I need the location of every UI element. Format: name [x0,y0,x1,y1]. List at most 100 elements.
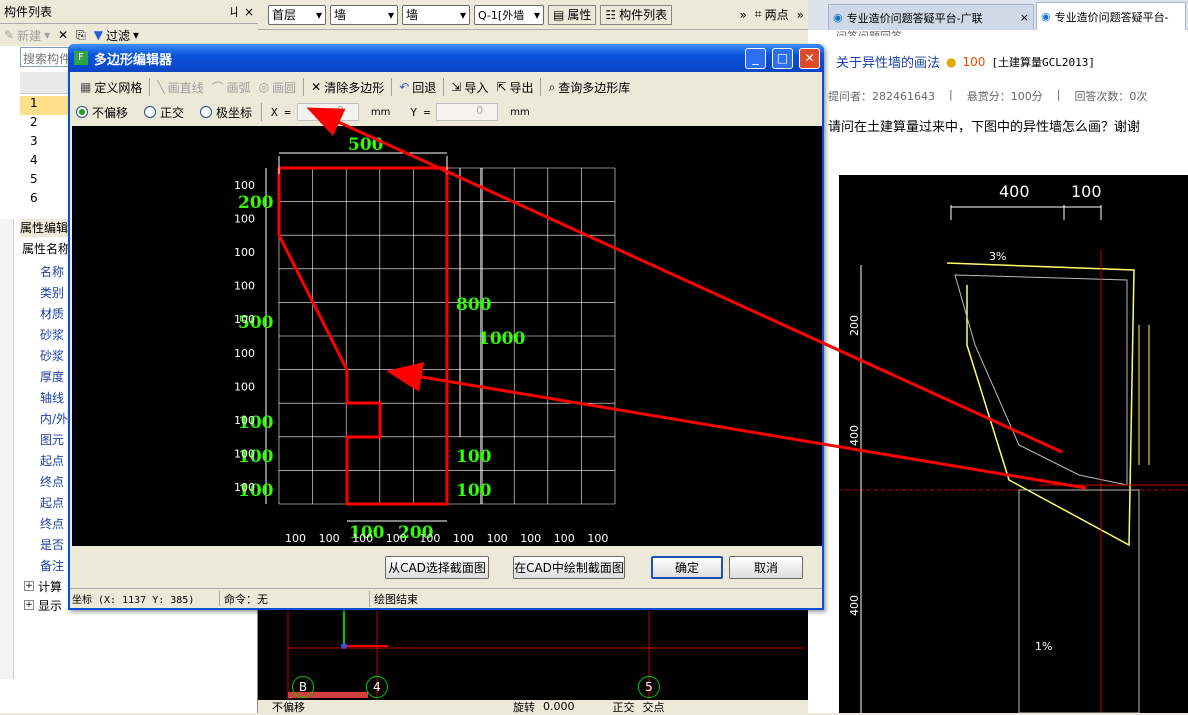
prop-item[interactable]: 砂浆 [40,325,68,346]
clear-polygon-button[interactable]: ✕ 清除多边形 [307,77,388,97]
wall-select[interactable]: Q-1[外墙 ▾ [474,4,544,25]
ortho-label[interactable]: 正交 [613,699,635,715]
grid-label: 100 [234,481,255,494]
delete-icon[interactable]: ✕ [54,25,72,45]
prop-item[interactable]: 砂浆 [40,346,68,367]
prop-item[interactable]: 终点 [40,514,68,535]
polygon-editor-dialog: F 多边形编辑器 _ □ ✕ ▦ 定义网格 ╲ 画直线 ⌒ 画弧 ◎ 画圆 ✕ 清除多边形… [68,44,824,610]
undo-button[interactable]: ↶ 回退 [395,77,440,97]
site-icon: ◉ [833,11,843,24]
close-button[interactable]: ✕ [799,47,820,69]
export-icon: ⇱ [496,80,507,94]
query-library-label: 查询多边形库 [558,80,631,95]
import-icon: ⇲ [451,80,462,94]
table-row[interactable]: 2 [20,115,68,134]
prop-item[interactable]: 厚度 [40,367,68,388]
radio-icon [144,106,157,118]
asker: 提问者：282461643 [828,90,935,103]
table-row[interactable]: 4 [20,153,68,172]
prop-item[interactable]: 起点 [40,451,68,472]
define-grid-button[interactable]: ▦ 定义网格 [76,77,146,97]
props-button[interactable]: ▤ 属性 [548,4,597,25]
list-button[interactable]: ☷ 构件列表 [600,4,673,25]
prop-item[interactable]: 名称 [40,262,68,283]
filter-button[interactable]: ▼ 过滤 ▾ [90,25,143,45]
radio-no-offset[interactable]: 不偏移 [76,104,128,121]
offset-label[interactable]: 不偏移 [272,699,305,715]
type-select[interactable]: 墙 ▾ [330,4,398,25]
prop-item[interactable]: 是否 [40,535,68,556]
new-button[interactable]: ✎ 新建 ▾ [0,25,54,45]
browser-tab[interactable]: ◉ 专业造价问题答疑平台-广联 × [828,4,1034,30]
subtype-select[interactable]: 墙 ▾ [402,4,470,25]
x-input[interactable]: 0 [296,103,359,121]
new-label: 新建 [17,28,42,43]
two-point-button[interactable]: ⌗ 两点 [751,5,793,25]
copy-icon[interactable]: ⎘ [72,25,90,45]
prop-item[interactable]: 材质 [40,304,68,325]
undo-icon: ↶ [399,80,410,94]
browser-tab-active[interactable]: ◉ 专业造价问题答疑平台- [1036,2,1186,30]
prop-item[interactable]: 图元 [40,430,68,451]
question-meta: 提问者：282461643 | 悬赏分：100分 | 回答次数：0次 [828,88,1148,103]
status-message: 绘图结束 [374,592,418,606]
prop-item[interactable]: 终点 [40,472,68,493]
rotate-label[interactable]: 旋转 [513,699,535,715]
draw-line-button[interactable]: ╲ 画直线 [153,77,207,97]
draw-circle-label: 画圆 [272,80,297,95]
draw-arc-button[interactable]: ⌒ 画弧 [208,77,255,97]
prop-item[interactable]: 起点 [40,493,68,514]
table-row[interactable]: 6 [20,191,68,210]
clear-polygon-label: 清除多边形 [324,80,385,95]
table-row[interactable]: 5 [20,172,68,191]
close-icon[interactable]: × [1020,11,1029,24]
table-row[interactable]: 1 [20,96,68,115]
import-button[interactable]: ⇲ 导入 [447,77,492,97]
clear-icon: ✕ [311,80,322,94]
overflow-icon[interactable]: » [740,8,747,22]
draw-in-cad-button[interactable]: 在CAD中绘制截面图 [513,556,625,579]
radio-label: 正交 [160,105,185,120]
coin-icon: ● [946,54,957,69]
component-list-title: 构件列表 [4,5,53,19]
y-input[interactable]: 0 [436,103,499,121]
left-scrollbar[interactable] [0,219,14,679]
answer-count: 回答次数：0次 [1074,90,1148,103]
polygon-canvas[interactable]: 500 200 500 100 100 100 800 1000 100 100… [72,126,822,546]
prop-item[interactable]: 内/外 [40,409,68,430]
prop-item[interactable]: 类别 [40,283,68,304]
floor-select[interactable]: 首层 ▾ [268,4,326,25]
maximize-button[interactable]: □ [772,47,793,69]
prop-item[interactable]: 备注 [40,556,68,577]
y-label: Y = [410,105,431,119]
select-from-cad-button[interactable]: 从CAD选择截面图 [385,556,489,579]
table-row[interactable]: 3 [20,134,68,153]
cancel-button[interactable]: 取消 [729,556,803,579]
rotate-value[interactable]: 0.000 [543,700,575,713]
dialog-titlebar[interactable]: F 多边形编辑器 _ □ ✕ [68,44,824,72]
dim-top: 500 [348,135,384,155]
dim-right: 100 [456,481,492,501]
question-image[interactable]: 400 100 200 400 400 3% 1% [839,175,1188,713]
grid-label: 100 [352,532,373,545]
category-tag[interactable]: [土建算量GCL2013] [991,54,1095,70]
query-library-button[interactable]: ⌕ 查询多边形库 [544,77,634,97]
status-coords: 坐标 (X: 1137 Y: 385) [70,591,220,606]
prop-item[interactable]: 轴线 [40,388,68,409]
radio-polar[interactable]: 极坐标 [200,104,252,121]
minimize-button[interactable]: _ [745,47,766,69]
radio-ortho[interactable]: 正交 [144,104,184,121]
grid-label: 100 [234,313,255,326]
overflow2-icon[interactable]: » [797,8,804,22]
filter-label: 过滤 [106,28,131,43]
question-title[interactable]: 关于异性墙的画法 [836,52,940,71]
cross-label[interactable]: 交点 [643,699,665,715]
export-button[interactable]: ⇱ 导出 [492,77,537,97]
draw-circle-button[interactable]: ◎ 画圆 [255,77,301,97]
ok-button[interactable]: 确定 [651,556,723,579]
expand-item[interactable]: + 显示 [24,596,68,614]
search-input[interactable]: 搜索构件 [20,47,70,67]
expand-item[interactable]: + 计算 [24,577,68,595]
pin-close-icon[interactable]: ㄐ × [228,3,254,20]
grid-label: 100 [386,532,407,545]
